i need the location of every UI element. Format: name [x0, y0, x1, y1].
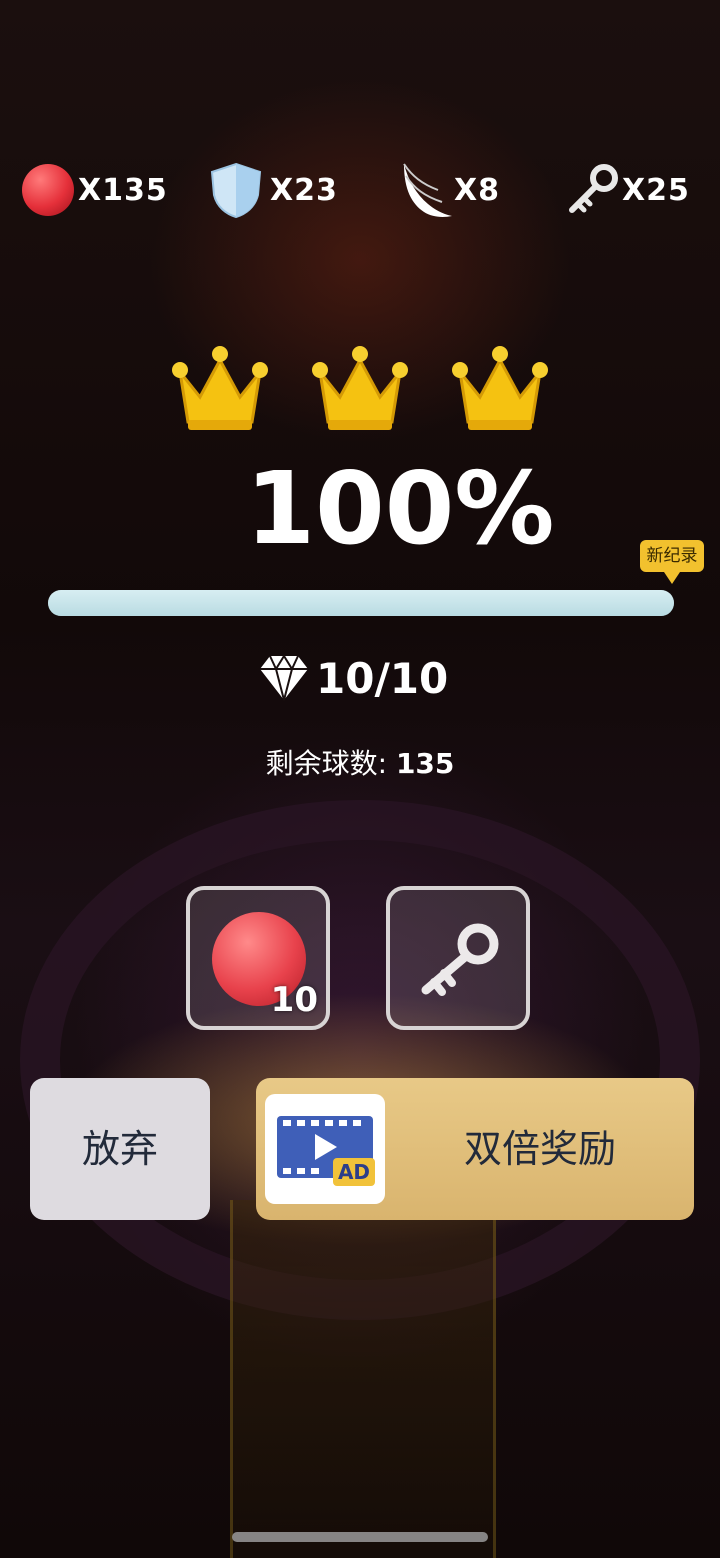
- diamond-icon: [260, 654, 308, 701]
- resource-wings-count: X8: [454, 172, 501, 208]
- completion-percent: 100%: [245, 450, 555, 567]
- progress-bar: [48, 590, 674, 616]
- gem-counter: 10/10: [258, 648, 448, 708]
- crown-icon: [312, 346, 408, 430]
- home-indicator[interactable]: [232, 1532, 488, 1542]
- remaining-balls-value: 135: [395, 747, 455, 780]
- red-ball-icon: [22, 164, 74, 216]
- video-ad-icon: AD: [265, 1094, 385, 1204]
- ad-tag: AD: [338, 1160, 370, 1184]
- shield-icon: [210, 162, 262, 219]
- resource-balls: X135: [22, 160, 168, 220]
- reward-ball-count: 10: [270, 980, 318, 1020]
- progress-fill: [48, 590, 674, 616]
- resource-wings: X8: [398, 160, 500, 220]
- resource-keys: X25: [566, 160, 690, 220]
- gem-count: 10/10: [316, 653, 449, 703]
- resource-shields-count: X23: [270, 172, 338, 208]
- key-icon: [421, 923, 499, 996]
- resource-balls-count: X135: [78, 172, 168, 208]
- key-icon: [569, 164, 618, 213]
- reward-ball-item: 10: [186, 886, 330, 1030]
- resource-shields: X23: [208, 160, 338, 220]
- remaining-balls-label: 剩余球数:: [265, 747, 388, 780]
- background-pillar: [230, 1200, 496, 1558]
- crown-icon: [452, 346, 548, 430]
- double-reward-label: 双倍奖励: [463, 1127, 616, 1171]
- remaining-balls: 剩余球数: 135: [0, 742, 720, 782]
- wing-icon: [403, 163, 452, 217]
- reward-key-item: [386, 886, 530, 1030]
- double-reward-button[interactable]: AD 双倍奖励: [256, 1078, 694, 1220]
- crown-icon: [172, 346, 268, 430]
- new-record-badge: 新纪录: [640, 540, 704, 584]
- resource-keys-count: X25: [622, 172, 690, 208]
- give-up-button[interactable]: 放弃: [30, 1078, 210, 1220]
